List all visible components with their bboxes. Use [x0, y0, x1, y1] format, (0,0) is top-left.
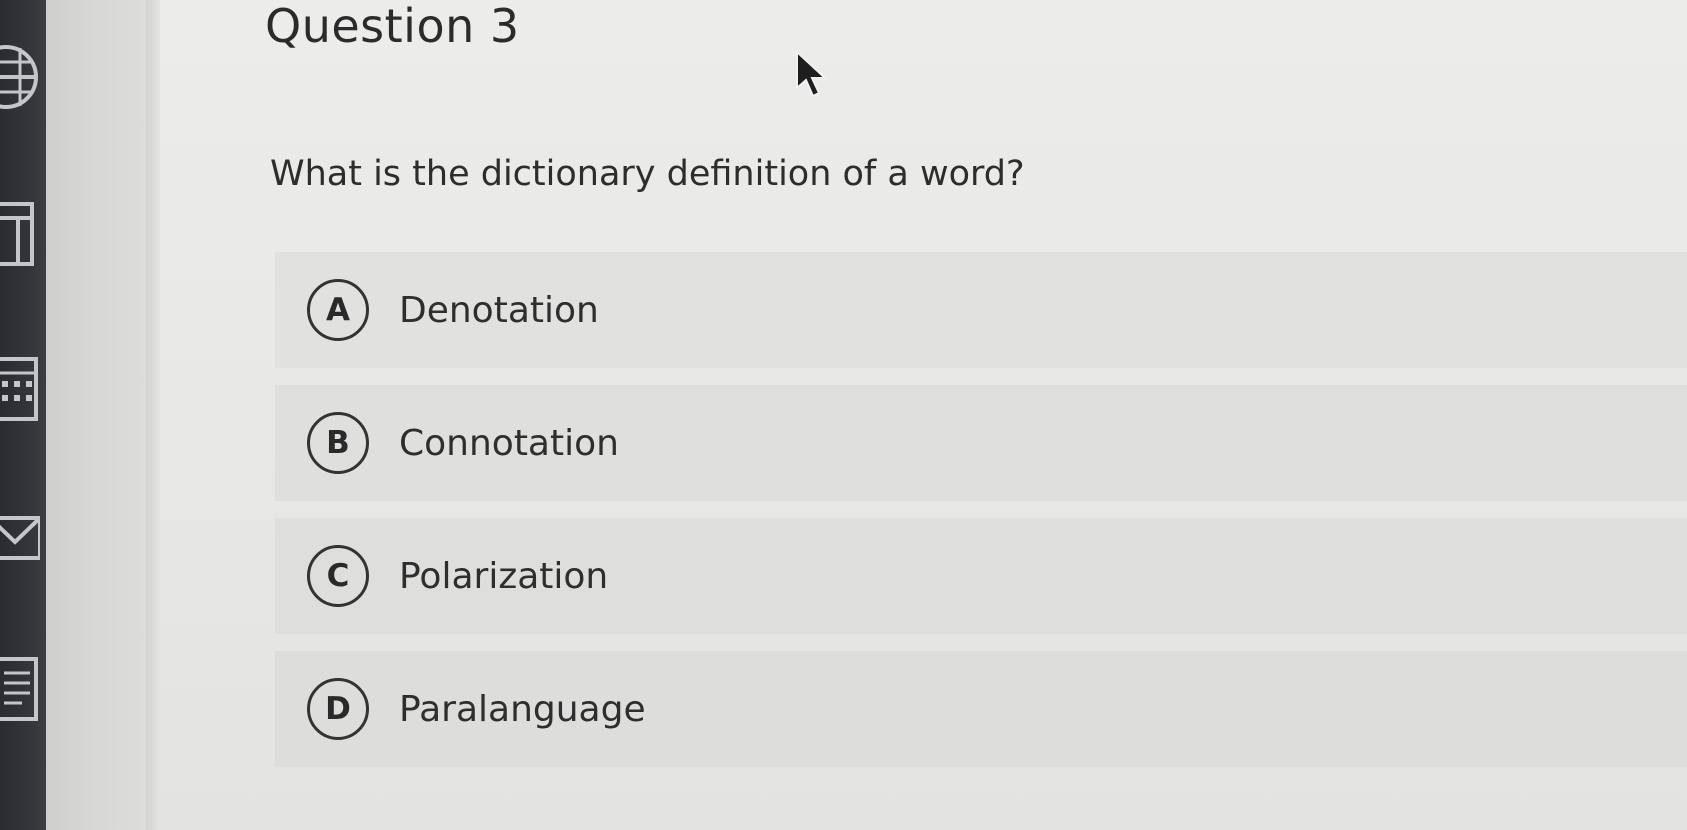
- question-prompt: What is the dictionary definition of a w…: [270, 154, 1025, 194]
- mouse-pointer-icon: [795, 49, 829, 102]
- option-label: Polarization: [399, 555, 609, 597]
- document-icon[interactable]: [0, 655, 40, 725]
- option-b[interactable]: B Connotation: [275, 385, 1687, 501]
- sidebar-gutter: [46, 0, 148, 830]
- option-letter-badge: A: [307, 279, 369, 341]
- option-d[interactable]: D Paralanguage: [275, 651, 1687, 767]
- option-a[interactable]: A Denotation: [275, 252, 1687, 368]
- option-label: Connotation: [399, 422, 619, 464]
- inbox-icon[interactable]: [0, 510, 40, 570]
- globe-icon[interactable]: [0, 42, 40, 112]
- question-title: Question 3: [265, 0, 520, 53]
- book-icon[interactable]: [0, 200, 40, 270]
- sidebar-edge: [146, 0, 160, 830]
- option-label: Paralanguage: [399, 688, 646, 730]
- calendar-icon[interactable]: [0, 355, 40, 425]
- option-letter-badge: D: [307, 678, 369, 740]
- option-c[interactable]: C Polarization: [275, 518, 1687, 634]
- answer-options: A Denotation B Connotation C Polarizatio…: [275, 252, 1687, 784]
- left-nav-rail: [0, 0, 46, 830]
- option-letter-badge: B: [307, 412, 369, 474]
- option-label: Denotation: [399, 289, 599, 331]
- option-letter-badge: C: [307, 545, 369, 607]
